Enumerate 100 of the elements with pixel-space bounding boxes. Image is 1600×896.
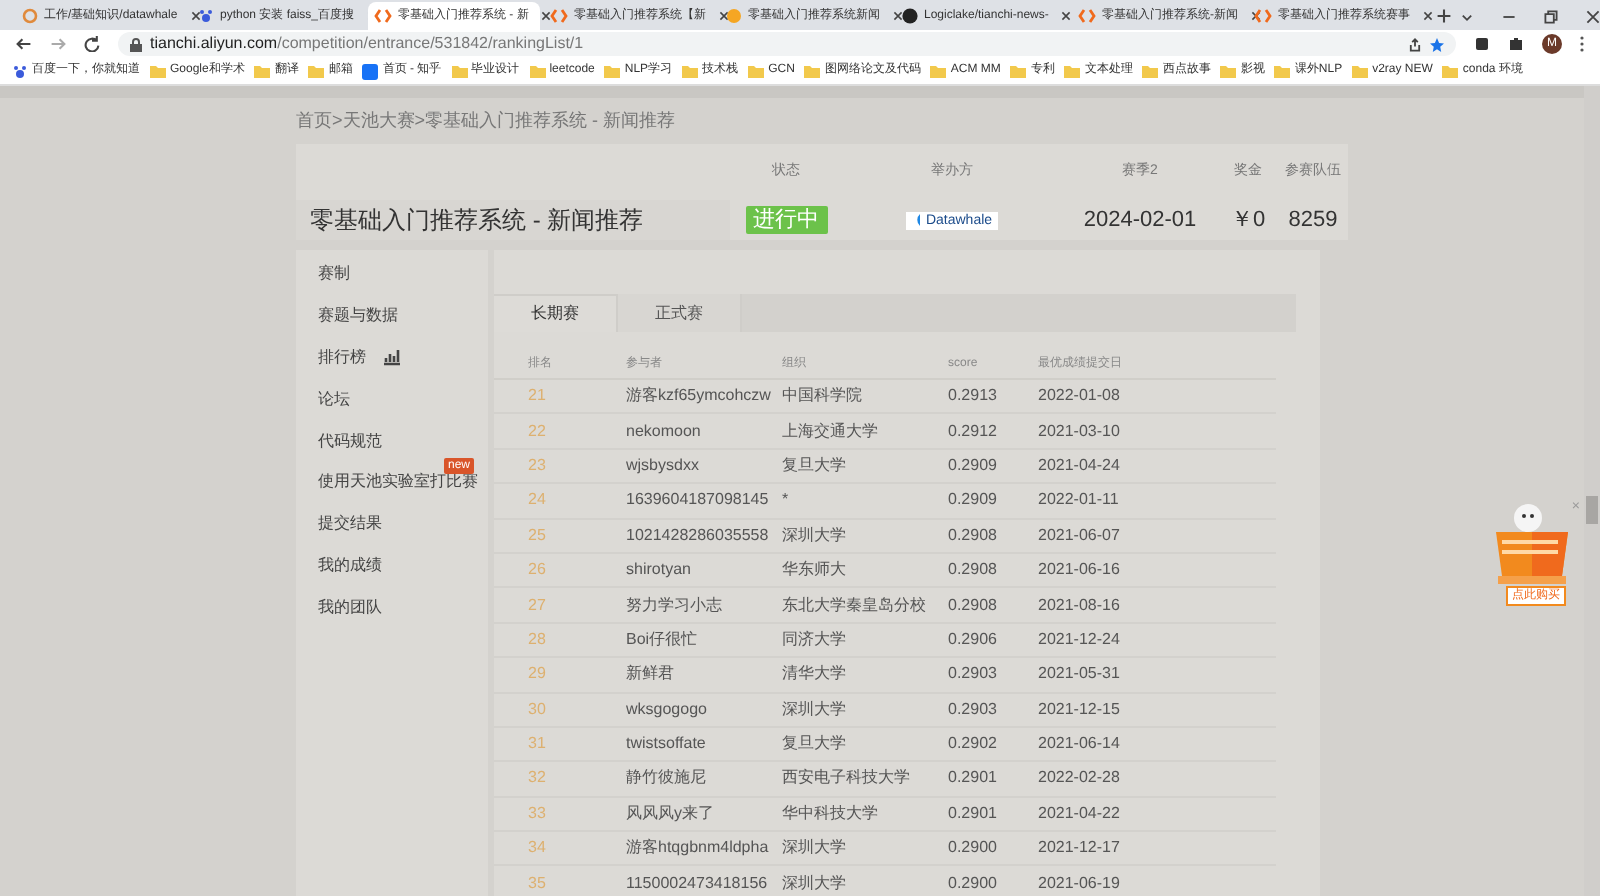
folder-icon (529, 64, 546, 78)
folder-icon (682, 64, 699, 78)
close-icon[interactable] (718, 10, 730, 22)
close-icon[interactable] (540, 10, 553, 22)
table-cell-text: 0.2900 (948, 836, 999, 861)
table-cell-text: 2021-06-19 (1038, 871, 1122, 896)
sidebar-item[interactable]: 论坛 (318, 387, 350, 412)
back-icon[interactable] (16, 36, 32, 52)
table-cell-text: 2021-12-15 (1038, 697, 1122, 722)
board-tab[interactable]: 长期赛 (494, 294, 618, 332)
table-cell-text: 2021-06-14 (1038, 732, 1122, 757)
table-cell-text: 游客kzf65ymcohczw (626, 384, 773, 409)
rank-cell-text: 29 (528, 662, 548, 687)
table-cell-text: 2021-12-24 (1038, 627, 1122, 652)
table-cell-text: 华东师大 (782, 558, 848, 583)
folder-icon (308, 64, 325, 78)
star-icon[interactable] (1430, 37, 1444, 51)
table-cell-text: 1150002473418156 (626, 871, 770, 896)
table-cell-text: 0.2909 (948, 453, 999, 478)
bar-chart-icon (382, 349, 400, 366)
close-icon[interactable] (1250, 10, 1262, 22)
table-cell-text: 清华大学 (782, 662, 848, 687)
scrollbar[interactable] (1584, 86, 1600, 896)
close-window-icon[interactable] (1586, 9, 1600, 23)
table-cell-text: 2021-06-07 (1038, 523, 1122, 548)
table-cell-text: 0.2903 (948, 662, 999, 687)
folder-icon (804, 64, 821, 78)
sidebar-item[interactable]: 赛题与数据 (318, 304, 398, 329)
sidebar-item[interactable]: 提交结果 (318, 512, 382, 537)
folder-icon (1274, 64, 1291, 78)
restore-icon[interactable] (1544, 9, 1558, 23)
table-cell-text: 游客htqgbnm4ldpha (626, 836, 771, 861)
table-cell-text: 2022-01-11 (1038, 488, 1121, 513)
folder-icon (1010, 64, 1027, 78)
folder-icon (930, 64, 947, 78)
share-icon[interactable] (1408, 37, 1422, 51)
sidebar-item[interactable]: 使用天池实验室打比赛 (318, 470, 478, 495)
close-icon[interactable] (1422, 10, 1434, 22)
table-cell-text: 2021-04-24 (1038, 453, 1122, 478)
ring-icon (22, 8, 38, 24)
table-cell-text: 2022-01-08 (1038, 384, 1122, 409)
table-cell-text: 0.2908 (948, 558, 999, 583)
table-cell-text: 2021-03-10 (1038, 419, 1122, 444)
lock-icon (130, 37, 142, 51)
new-tab-icon[interactable] (1436, 8, 1452, 24)
season-date: 2024-02-01 (1081, 205, 1199, 236)
folder-icon (604, 64, 621, 78)
table-cell-text: * (782, 488, 791, 513)
sidebar-item[interactable]: 排行榜 (318, 345, 366, 370)
close-icon[interactable] (189, 10, 202, 22)
sidebar-item[interactable]: 赛制 (318, 262, 350, 287)
table-cell-text: 复旦大学 (782, 732, 848, 757)
chevron-down-icon[interactable] (1460, 9, 1474, 23)
folder-icon (1064, 64, 1081, 78)
sidebar-item[interactable]: 我的成绩 (318, 553, 382, 578)
table-cell-text: Boi仔很忙 (626, 627, 700, 652)
rank-cell-text: 32 (528, 766, 548, 791)
board-tab[interactable]: 正式赛 (618, 294, 742, 332)
table-cell-text: shirotyan (626, 558, 693, 583)
table-cell-text: wjsbysdxx (626, 453, 701, 478)
table-cell-text: 深圳大学 (782, 836, 848, 861)
brackets-icon (374, 8, 392, 24)
paw-icon (198, 8, 214, 24)
folder-icon (451, 64, 468, 78)
table-cell-text: 1021428286035558 (626, 523, 771, 548)
table-cell-text: 0.2912 (948, 419, 999, 444)
table-cell-text: 西安电子科技大学 (782, 766, 912, 791)
table-cell-text: 0.2908 (948, 593, 999, 618)
table-cell-text: 复旦大学 (782, 453, 848, 478)
table-cell-text: twistsoffate (626, 732, 708, 757)
sidebar-item[interactable]: 我的团队 (318, 595, 382, 620)
rank-cell-text: 35 (528, 871, 548, 896)
table-cell-text: 0.2902 (948, 732, 999, 757)
rank-cell-text: 25 (528, 523, 548, 548)
table-cell-text: 风风风y来了 (626, 801, 716, 826)
folder-icon (748, 64, 765, 78)
paw-icon (12, 63, 28, 79)
table-cell-text: 0.2903 (948, 697, 999, 722)
table-cell-text: 静竹彼施尼 (626, 766, 708, 791)
address-field[interactable]: tianchi.aliyun.com/competition/entrance/531842/rankingList/1 (118, 32, 1456, 56)
close-icon[interactable] (892, 10, 904, 22)
table-cell-text: 华中科技大学 (782, 801, 880, 826)
folder-icon (1220, 64, 1237, 78)
table-cell-text: nekomoon (626, 419, 703, 444)
prize-value: ￥0 (1228, 205, 1268, 236)
table-cell-text: 0.2908 (948, 523, 999, 548)
table-cell-text: wksgogogo (626, 697, 709, 722)
rank-cell-text: 31 (528, 732, 548, 757)
table-cell-text: 0.2900 (948, 871, 999, 896)
coin-icon (726, 8, 742, 24)
rank-cell-text: 30 (528, 697, 548, 722)
table-cell-text: 1639604187098145 (626, 488, 771, 513)
rank-cell-text: 22 (528, 419, 548, 444)
close-icon[interactable] (1060, 10, 1073, 22)
reload-icon[interactable] (84, 36, 100, 52)
table-cell-text: 2021-04-22 (1038, 801, 1122, 826)
rank-cell-text: 34 (528, 836, 548, 861)
sidebar-item[interactable]: 代码规范 (318, 429, 382, 454)
rank-cell-text: 21 (528, 384, 548, 409)
rank-cell-text: 28 (528, 627, 548, 652)
